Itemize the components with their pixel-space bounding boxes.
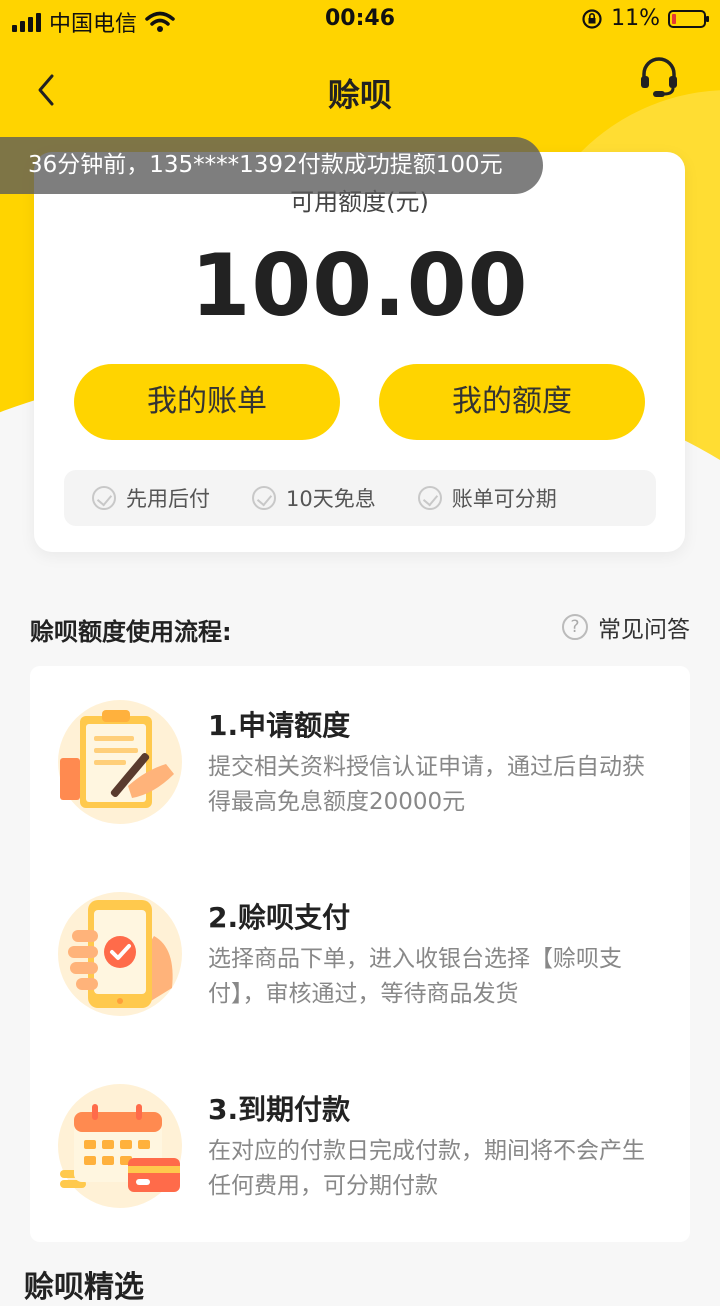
my-bill-button[interactable]: 我的账单 xyxy=(74,364,340,440)
step-description: 在对应的付款日完成付款，期间将不会产生任何费用，可分期付款 xyxy=(208,1138,645,1199)
check-circle-icon xyxy=(417,486,442,510)
featured-section-title: 赊呗精选 xyxy=(24,1270,144,1305)
process-steps: 1.申请额度 提交相关资料授信认证申请，通过后自动获得最高免息额度20000元 … xyxy=(30,666,690,1242)
check-circle-icon xyxy=(92,486,116,510)
clipboard-sign-icon xyxy=(58,700,182,824)
notice-banner: 36分钟前，135****1392付款成功提额100元 xyxy=(0,137,543,194)
nav-bar: 赊呗 xyxy=(0,50,720,130)
process-step: 1.申请额度 提交相关资料授信认证申请，通过后自动获得最高免息额度20000元 xyxy=(30,666,690,856)
feature-label: 先用后付 xyxy=(126,487,210,511)
check-circle-icon xyxy=(252,486,276,510)
process-step: 3.到期付款 在对应的付款日完成付款，期间将不会产生任何费用，可分期付款 xyxy=(30,1050,690,1240)
faq-label: 常见问答 xyxy=(598,617,690,643)
feature-label: 10天免息 xyxy=(286,487,376,511)
process-title: 赊呗额度使用流程: xyxy=(30,618,232,646)
step-title: 3.到期付款 xyxy=(208,1093,351,1126)
process-header: 赊呗额度使用流程: ? 常见问答 xyxy=(30,610,690,650)
status-bar: 中国电信 00:46 11% xyxy=(0,0,720,40)
page-title: 赊呗 xyxy=(327,76,392,114)
rotation-lock-icon xyxy=(582,8,602,29)
credit-card: 可用额度(元) 100.00 我的账单 我的额度 先用后付 10天免息 账单可分… xyxy=(34,152,685,552)
question-circle-icon: ? xyxy=(562,614,588,640)
feature-label: 账单可分期 xyxy=(451,487,557,511)
battery-percent: 11% xyxy=(611,6,660,31)
phone-pay-icon xyxy=(58,892,182,1016)
process-step: 2.赊呗支付 选择商品下单，进入收银台选择【赊呗支付】，审核通过，等待商品发货 xyxy=(30,858,690,1048)
step-description: 选择商品下单，进入收银台选择【赊呗支付】，审核通过，等待商品发货 xyxy=(208,946,622,1007)
step-title: 1.申请额度 xyxy=(208,709,351,742)
step-title: 2.赊呗支付 xyxy=(208,901,351,934)
headset-icon[interactable] xyxy=(636,54,682,100)
battery-icon xyxy=(668,9,709,28)
step-description: 提交相关资料授信认证申请，通过后自动获得最高免息额度20000元 xyxy=(208,754,645,815)
faq-link[interactable]: ? 常见问答 xyxy=(562,610,690,644)
calendar-card-icon xyxy=(58,1084,182,1208)
feature-item: 账单可分期 xyxy=(417,483,557,513)
available-credit-amount: 100.00 xyxy=(190,236,529,336)
feature-item: 先用后付 xyxy=(92,483,210,513)
feature-strip: 先用后付 10天免息 账单可分期 xyxy=(64,470,656,526)
feature-item: 10天免息 xyxy=(252,483,376,513)
my-quota-button[interactable]: 我的额度 xyxy=(379,364,645,440)
